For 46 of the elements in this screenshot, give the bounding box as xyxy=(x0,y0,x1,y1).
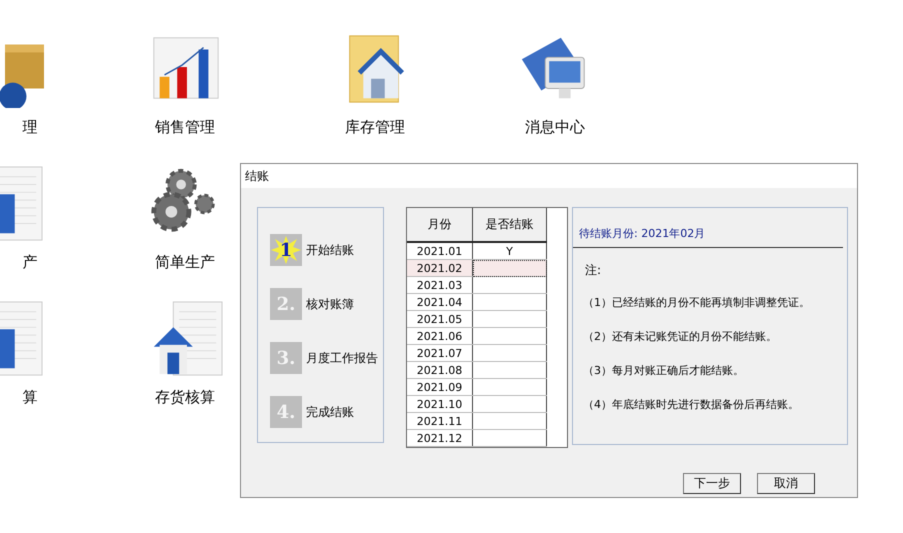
status-cell[interactable] xyxy=(472,294,546,310)
status-cell[interactable] xyxy=(472,362,546,378)
note-text: （3）每月对账正确后才能结账。 xyxy=(582,363,745,379)
next-button[interactable]: 下一步 xyxy=(683,473,741,494)
note-text: （1）已经结账的月份不能再填制非调整凭证。 xyxy=(582,295,811,311)
month-cell[interactable]: 2021.02 xyxy=(407,260,472,276)
cancel-button[interactable]: 取消 xyxy=(757,473,815,494)
icon-label: 简单生产 xyxy=(155,253,215,272)
month-cell[interactable]: 2021.03 xyxy=(407,276,472,294)
icon-label: 库存管理 xyxy=(345,118,405,137)
month-cell[interactable]: 2021.04 xyxy=(407,294,472,310)
window-title: 结账 xyxy=(245,168,269,184)
status-cell[interactable] xyxy=(472,328,546,344)
month-cell[interactable]: 2021.10 xyxy=(407,396,472,412)
status-cell[interactable] xyxy=(472,344,546,362)
step-label: 完成结账 xyxy=(306,404,354,420)
status-cell[interactable] xyxy=(472,396,546,412)
pending-month-heading: 待结账月份: 2021年02月 xyxy=(578,226,706,242)
month-cell[interactable]: 2021.06 xyxy=(407,328,472,344)
month-cell[interactable]: 2021.11 xyxy=(407,412,472,430)
step-label: 核对账簿 xyxy=(306,296,354,312)
status-cell[interactable] xyxy=(472,430,546,446)
icon-label: 销售管理 xyxy=(155,118,215,137)
step-label: 开始结账 xyxy=(306,242,354,258)
month-cell[interactable]: 2021.08 xyxy=(407,362,472,378)
icon-label: 理 xyxy=(22,118,38,137)
month-cell[interactable]: 2021.07 xyxy=(407,344,472,362)
icon-label: 存货核算 xyxy=(155,388,215,407)
note-label: 注: xyxy=(584,262,602,279)
month-cell[interactable]: 2021.12 xyxy=(407,430,472,446)
icon-label: 消息中心 xyxy=(525,118,585,137)
note-text: （4）年底结账时先进行数据备份后再结账。 xyxy=(582,397,800,413)
status-cell[interactable] xyxy=(472,276,546,294)
status-cell[interactable] xyxy=(472,378,546,396)
status-cell[interactable] xyxy=(472,260,546,276)
step-label: 月度工作报告 xyxy=(306,350,378,366)
month-cell[interactable]: 2021.05 xyxy=(407,310,472,328)
column-header: 月份 xyxy=(407,208,472,242)
month-cell[interactable]: 2021.09 xyxy=(407,378,472,396)
status-cell[interactable] xyxy=(472,412,546,430)
step-number-icon: 1 xyxy=(270,234,302,266)
note-text: （2）还有未记账凭证的月份不能结账。 xyxy=(582,329,778,345)
status-cell[interactable] xyxy=(472,310,546,328)
icon-label: 算 xyxy=(22,388,38,407)
column-header: 是否结账 xyxy=(472,208,546,242)
icon-label: 产 xyxy=(22,253,38,272)
